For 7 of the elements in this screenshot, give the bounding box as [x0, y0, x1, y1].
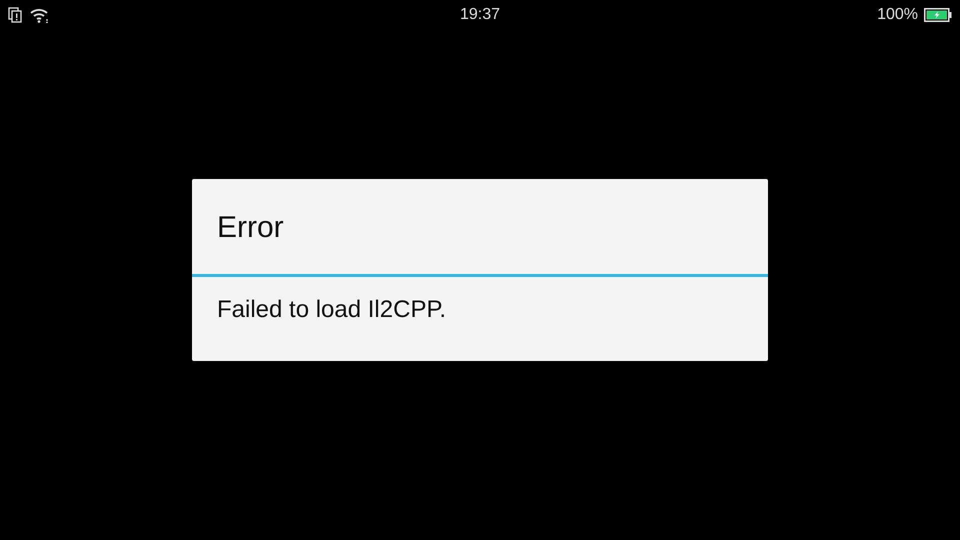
battery-charging-icon — [924, 8, 952, 22]
battery-percentage: 100% — [877, 6, 918, 24]
notification-icon — [8, 7, 22, 23]
wifi-icon — [30, 7, 50, 23]
dialog-title: Error — [216, 210, 285, 246]
status-time: 19:37 — [460, 6, 500, 24]
dialog-message: Failed to load Il2CPP. — [216, 295, 448, 324]
